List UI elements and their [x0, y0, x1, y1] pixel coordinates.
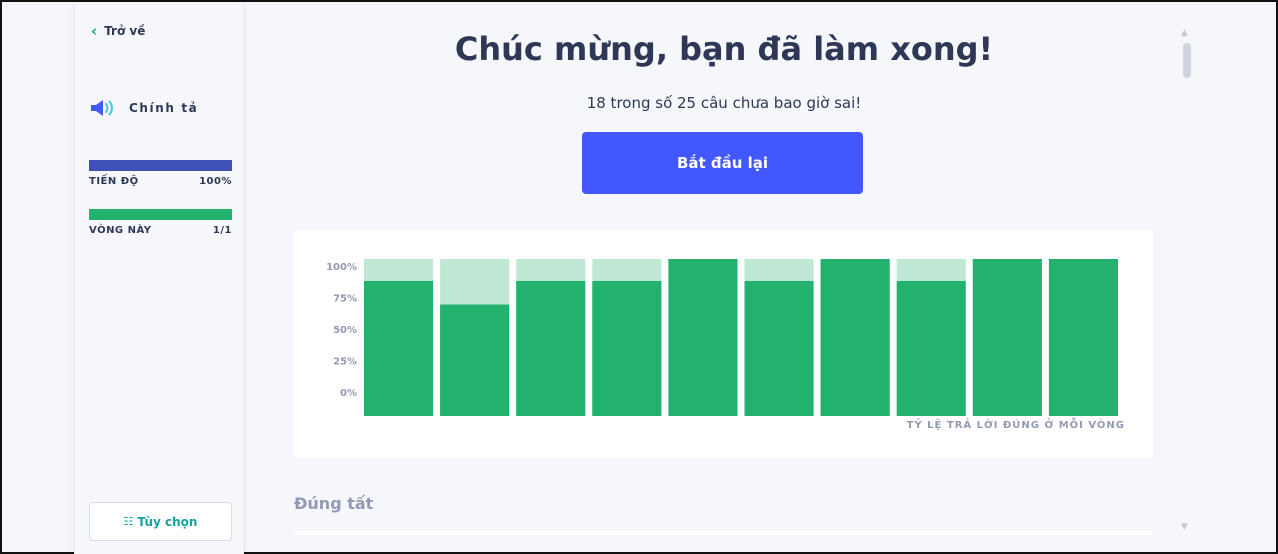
mode-header: Chính tả — [89, 98, 198, 118]
result-summary: 18 trong số 25 câu chưa bao giờ sai! — [586, 94, 862, 112]
section-divider — [294, 531, 1153, 535]
y-tick-label: 100% — [326, 262, 357, 273]
bar-correct — [820, 259, 890, 416]
bar-correct — [972, 259, 1042, 416]
round-bar — [89, 209, 232, 220]
round-label: VÒNG NÀY — [89, 225, 152, 236]
bar-correct — [1048, 259, 1118, 416]
bar-correct — [744, 280, 814, 416]
mode-label: Chính tả — [129, 101, 199, 115]
options-button[interactable]: ☷ Tùy chọn — [89, 502, 232, 541]
scroll-up-arrow[interactable]: ▲ — [1181, 28, 1188, 38]
bar-correct — [896, 280, 966, 416]
results-chart: 100% 75% 50% 25% 0% TỶ LỆ TRẢ LỜI ĐÚNG Ở MỖI … — [326, 259, 1125, 431]
progress-block: TIẾN ĐỘ 100% — [89, 160, 232, 187]
y-tick-label: 0% — [340, 388, 357, 399]
scrollbar-thumb[interactable] — [1183, 43, 1191, 78]
x-axis-label: TỶ LỆ TRẢ LỜI ĐÚNG Ở MỖI VÒNG — [907, 416, 1125, 431]
progress-label: TIẾN ĐỘ — [89, 176, 139, 187]
y-tick-label: 75% — [333, 294, 357, 305]
round-value: 1/1 — [212, 225, 232, 236]
bar-correct — [668, 259, 738, 416]
options-label: Tùy chọn — [137, 514, 198, 529]
round-block: VÒNG NÀY 1/1 — [89, 209, 232, 236]
back-label: Trở về — [104, 24, 146, 38]
bar-correct — [440, 304, 510, 416]
y-tick-label: 50% — [333, 325, 357, 336]
back-link[interactable]: ‹ Trở về — [91, 22, 145, 40]
y-tick-label: 25% — [333, 357, 357, 368]
bar-correct — [364, 280, 434, 416]
progress-bar — [89, 160, 232, 171]
bar-correct — [516, 280, 586, 416]
chevron-left-icon: ‹ — [91, 22, 98, 40]
progress-value: 100% — [199, 176, 232, 187]
scroll-down-arrow[interactable]: ▼ — [1181, 522, 1188, 532]
bar-correct — [592, 280, 662, 416]
restart-button[interactable]: Bắt đầu lại — [582, 132, 863, 194]
sliders-icon: ☷ — [123, 515, 134, 528]
section-heading: Đúng tất — [294, 494, 374, 513]
speaker-icon — [91, 100, 113, 116]
page-title: Chúc mừng, bạn đã làm xong! — [454, 30, 994, 68]
sidebar: ‹ Trở về Chính tả TIẾN ĐỘ 100% VÒNG NÀY … — [74, 2, 244, 554]
results-chart-card: 100% 75% 50% 25% 0% TỶ LỆ TRẢ LỜI ĐÚNG Ở MỖI … — [294, 230, 1153, 458]
